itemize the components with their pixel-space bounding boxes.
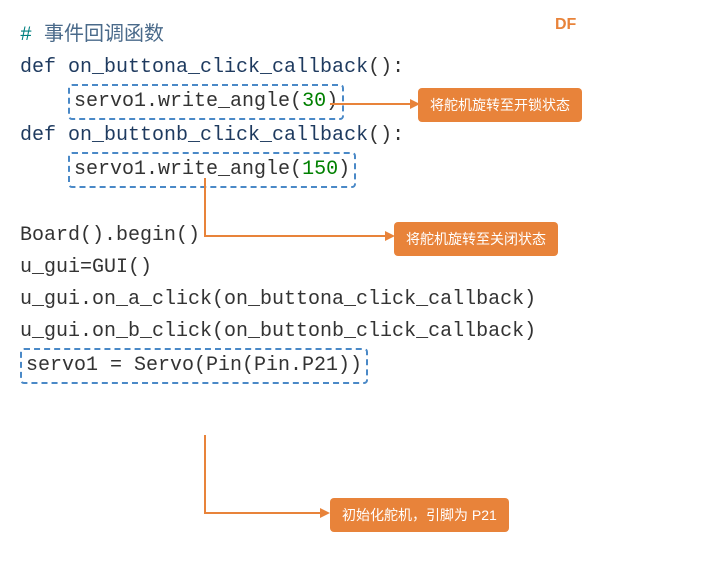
code-text: servo1 = Servo(Pin(Pin.P21)): [26, 354, 362, 377]
comment-text: 事件回调函数: [32, 24, 164, 47]
code-text: u_gui=GUI(): [20, 256, 152, 279]
keyword-def: def: [20, 124, 56, 147]
code-blank-line: [20, 188, 681, 220]
code-text: u_gui.on_b_click(on_buttonb_click_callba…: [20, 320, 536, 343]
code-line-board: Board().begin(): [20, 220, 681, 252]
func-name-a: on_buttona_click_callback: [56, 56, 368, 79]
code-line-body-b: servo1.write_angle(150): [20, 152, 681, 188]
code-text: ): [326, 90, 338, 113]
keyword-def: def: [20, 56, 56, 79]
code-line-gui: u_gui=GUI(): [20, 252, 681, 284]
code-text: servo1.write_angle(: [74, 158, 302, 181]
code-line-def-a: def on_buttona_click_callback():: [20, 52, 681, 84]
code-line-on-a: u_gui.on_a_click(on_buttona_click_callba…: [20, 284, 681, 316]
dashed-box-servo: servo1 = Servo(Pin(Pin.P21)): [20, 348, 368, 384]
paren: ():: [368, 124, 404, 147]
code-text: Board().begin(): [20, 224, 200, 247]
code-line-servo: servo1 = Servo(Pin(Pin.P21)): [20, 348, 681, 384]
number-150: 150: [302, 158, 338, 181]
code-text: u_gui.on_a_click(on_buttona_click_callba…: [20, 288, 536, 311]
code-text: ): [338, 158, 350, 181]
paren: ():: [368, 56, 404, 79]
annotation-open-state: 将舵机旋转至开锁状态: [418, 88, 582, 122]
code-line-on-b: u_gui.on_b_click(on_buttonb_click_callba…: [20, 316, 681, 348]
code-text: servo1.write_angle(: [74, 90, 302, 113]
comment-hash: #: [20, 24, 32, 47]
annotation-init-servo: 初始化舵机，引脚为 P21: [330, 498, 509, 532]
connector-arrow-3: [200, 435, 340, 525]
dashed-box-b: servo1.write_angle(150): [68, 152, 356, 188]
func-name-b: on_buttonb_click_callback: [56, 124, 368, 147]
number-30: 30: [302, 90, 326, 113]
dashed-box-a: servo1.write_angle(30): [68, 84, 344, 120]
code-line-comment: # 事件回调函数: [20, 20, 681, 52]
annotation-close-state: 将舵机旋转至关闭状态: [394, 222, 558, 256]
code-line-def-b: def on_buttonb_click_callback():: [20, 120, 681, 152]
